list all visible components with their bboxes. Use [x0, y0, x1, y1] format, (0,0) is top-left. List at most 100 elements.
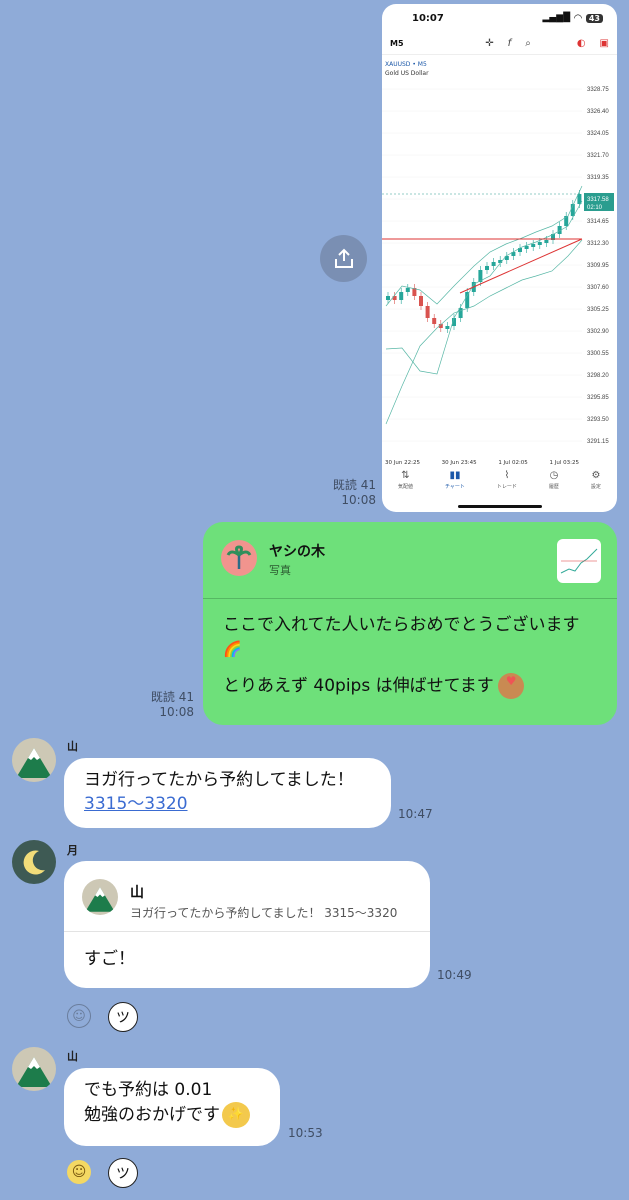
image-message[interactable]: 10:07 ▂▄▆█ ◠ 43 M5 ✛ f ⌕ ◐ ▣ XAUUSD • M5…	[382, 4, 617, 512]
avatar[interactable]	[12, 1047, 56, 1091]
rainbow-emoji: 🌈	[223, 640, 242, 658]
price-label: 3305.25	[587, 307, 609, 313]
message-text: 勉強のおかげです	[84, 1105, 220, 1125]
smiley-icon: ☺	[72, 1008, 86, 1024]
palm-tree-avatar	[221, 540, 257, 576]
reply-quote[interactable]: 山 ヨガ行ってたから予約してました！ 3315～3320	[64, 861, 430, 932]
candle	[405, 288, 410, 292]
message-time: 10:08	[341, 493, 376, 507]
trade-icon: ◐	[576, 37, 586, 49]
outgoing-reply-bubble[interactable]: ヤシの木 写真 ここで入れてた人いたらおめでとうございます 🌈 とりあえず 40…	[203, 522, 617, 725]
phone-status-bar: 10:07 ▂▄▆█ ◠ 43	[382, 4, 617, 32]
tab-quotes: ⇅ 気配値	[397, 470, 413, 490]
phone-tab-bar: ⇅ 気配値 ▮▮ チャート ⌇ トレード ◷ 履歴 ⚙ 設定	[382, 462, 617, 498]
share-button[interactable]	[320, 235, 367, 282]
timeframe-label: M5	[390, 38, 404, 48]
message-text: ここで入れてた人いたらおめでとうございます	[223, 615, 580, 635]
chart-toolbar: M5 ✛ f ⌕ ◐ ▣	[382, 32, 617, 55]
sender-name: 山	[67, 1050, 78, 1063]
candle	[445, 326, 450, 329]
reply-thumbnail	[557, 539, 601, 583]
candle	[386, 296, 390, 300]
candle	[465, 292, 470, 308]
message-text: すご！	[84, 949, 135, 969]
price-label: 3321.70	[587, 153, 609, 159]
quote-text: ヨガ行ってたから予約してました！ 3315～3320	[130, 906, 398, 920]
praying-emoji-icon: ✨	[222, 1102, 250, 1128]
price-label: 3326.40	[587, 109, 609, 115]
quotes-icon: ⇅	[401, 470, 410, 481]
reaction-sticker-icon[interactable]: ツ	[108, 1002, 138, 1032]
candle	[399, 292, 404, 300]
price-label: 3319.35	[587, 175, 609, 181]
smiley-icon: ☺	[71, 1164, 87, 1180]
candle	[432, 318, 437, 324]
sender-name: 山	[67, 740, 78, 753]
price-label: 3312.30	[587, 241, 609, 247]
price-chart: 3328.75 3326.40 3324.05 3321.70 3319.35 3317.…	[382, 87, 614, 445]
message-text: でも予約は 0.01	[84, 1080, 213, 1100]
incoming-reply-bubble[interactable]: 山 ヨガ行ってたから予約してました！ 3315～3320 すご！	[64, 861, 430, 988]
mountain-icon	[85, 887, 115, 912]
price-label: 3328.75	[587, 87, 609, 93]
message-link[interactable]: 3315～3320	[84, 792, 371, 816]
moon-icon	[23, 850, 45, 875]
reply-subtitle: 写真	[269, 564, 291, 577]
message-time: 10:53	[288, 1126, 323, 1140]
tab-trade: ⌇ トレード	[496, 470, 517, 490]
candles-icon: ▮▮	[449, 470, 461, 481]
my-reaction-button[interactable]: ☺	[67, 1160, 91, 1184]
message-time: 10:47	[398, 807, 433, 821]
add-reaction-button[interactable]: ☺	[67, 1004, 91, 1028]
reaction-sticker-icon[interactable]: ツ	[108, 1158, 138, 1188]
palm-tree-icon	[226, 545, 252, 569]
price-label: 3300.55	[587, 351, 609, 357]
price-label: 3307.60	[587, 285, 609, 291]
message-meta: 既読 41 10:08	[318, 478, 376, 508]
share-icon	[334, 248, 353, 268]
incoming-bubble[interactable]: ヨガ行ってたから予約してました！ 3315～3320	[64, 758, 391, 828]
candle	[544, 240, 549, 243]
message-meta: 既読 41 10:08	[140, 690, 194, 720]
function-icon: f	[507, 37, 512, 49]
message-time: 10:08	[159, 705, 194, 719]
crosshair-icon: ✛	[485, 37, 494, 49]
avatar[interactable]	[12, 840, 56, 884]
objects-icon: ⌕	[525, 37, 531, 49]
message-time: 10:49	[437, 968, 472, 982]
price-label: 3295.85	[587, 395, 609, 401]
bear-sticker-icon: ♥	[497, 673, 524, 699]
signal-icon: ▂▄▆█	[542, 13, 571, 23]
message-text: とりあえず 40pips は伸ばせてます	[223, 676, 494, 696]
trade-chart-icon: ⌇	[504, 470, 510, 481]
candle	[537, 242, 542, 245]
sender-name: 月	[67, 844, 78, 857]
candle	[491, 262, 496, 266]
price-label: 3291.15	[587, 439, 609, 445]
incoming-bubble[interactable]: でも予約は 0.01 勉強のおかげです ✨	[64, 1068, 280, 1146]
candle	[419, 296, 423, 306]
reply-name: ヤシの木	[269, 544, 325, 560]
tab-chart: ▮▮ チャート	[444, 470, 465, 490]
price-label: 3302.90	[587, 329, 609, 335]
candle	[425, 306, 430, 318]
read-count: 既読 41	[332, 478, 376, 492]
home-indicator	[458, 505, 542, 508]
phone-clock: 10:07	[412, 12, 444, 24]
mountain-icon	[16, 1057, 52, 1087]
price-label: 3293.50	[587, 417, 609, 423]
reply-quote[interactable]: ヤシの木 写真	[203, 522, 617, 599]
price-label: 3298.20	[587, 373, 609, 379]
candle	[524, 246, 529, 249]
mountain-icon	[16, 748, 52, 778]
price-label: 3317.58	[587, 197, 609, 203]
message-text: ヨガ行ってたから予約してました！	[84, 770, 354, 790]
tab-history: ◷ 履歴	[548, 470, 559, 490]
price-label: 3314.65	[587, 219, 609, 225]
quote-avatar	[82, 879, 118, 915]
wifi-icon: ◠	[574, 12, 582, 24]
avatar[interactable]	[12, 738, 56, 782]
price-badge-time: 02:10	[587, 205, 603, 211]
battery-icon: 43	[585, 13, 603, 23]
read-count: 既読 41	[150, 690, 194, 704]
